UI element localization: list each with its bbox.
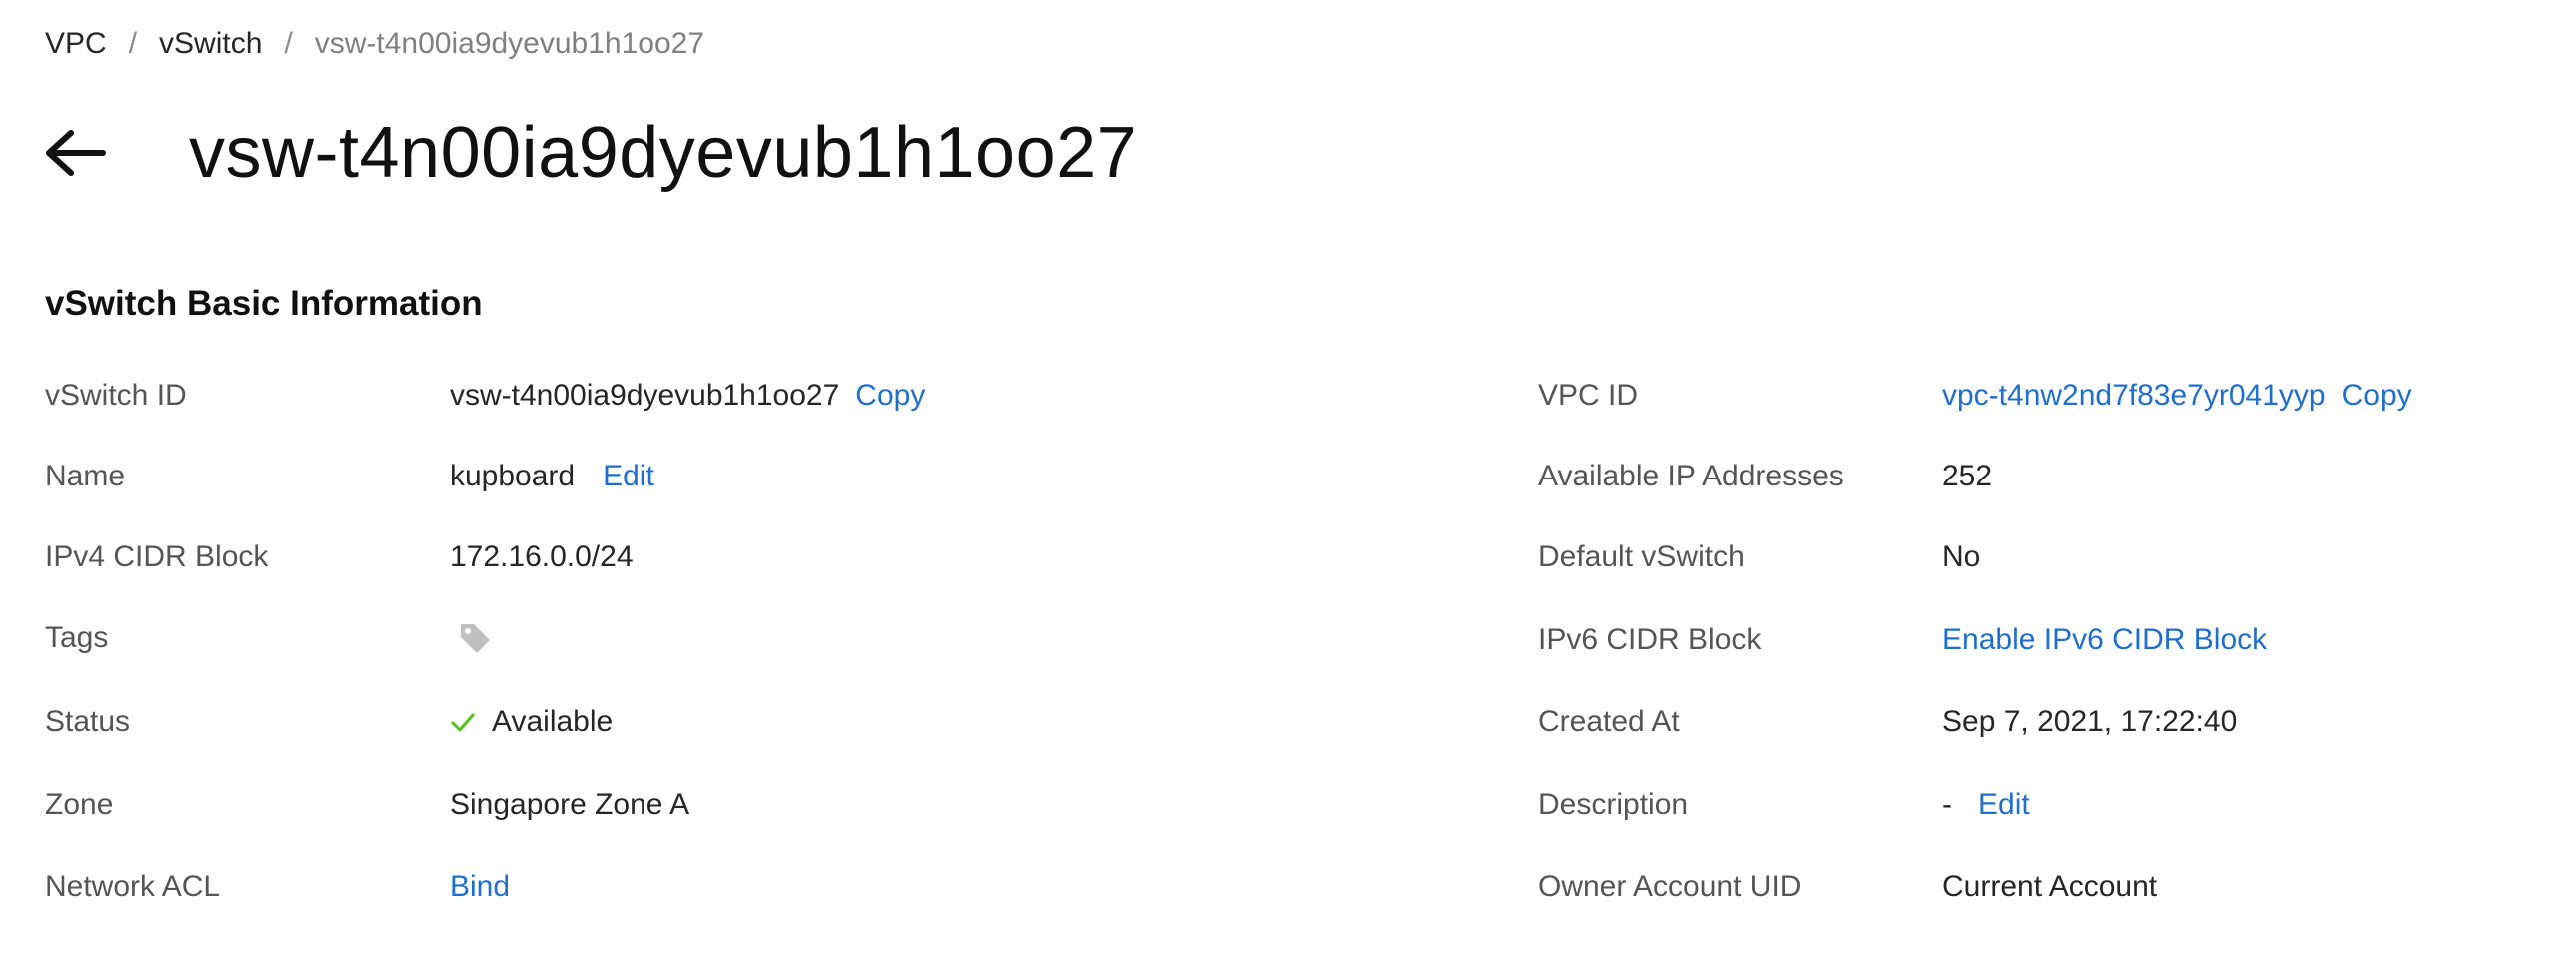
page-header: vsw-t4n00ia9dyevub1h1oo27 (43, 108, 1137, 198)
name-label: Name (45, 460, 126, 492)
vswitch-id-value: vsw-t4n00ia9dyevub1h1oo27 (450, 379, 840, 412)
breadcrumb-item-vpc[interactable]: VPC (45, 27, 107, 61)
ipv6-label: IPv6 CIDR Block (1538, 623, 1762, 656)
edit-name-button[interactable]: Edit (603, 460, 654, 493)
ipv4-label: IPv4 CIDR Block (45, 540, 269, 573)
network-acl-label: Network ACL (45, 870, 221, 903)
tag-icon[interactable] (458, 621, 492, 655)
back-button[interactable] (43, 120, 109, 186)
page-title: vsw-t4n00ia9dyevub1h1oo27 (189, 113, 1138, 193)
zone-value: Singapore Zone A (450, 788, 690, 821)
enable-ipv6-button[interactable]: Enable IPv6 CIDR Block (1942, 623, 2267, 657)
breadcrumb-separator: / (128, 27, 138, 60)
created-at-value: Sep 7, 2021, 17:22:40 (1942, 705, 2238, 738)
created-at-label: Created At (1538, 705, 1680, 738)
vswitch-detail-page: VPC / vSwitch / vsw-t4n00ia9dyevub1h1oo2… (0, 0, 2576, 959)
description-label: Description (1538, 788, 1689, 821)
vpc-id-link[interactable]: vpc-t4nw2nd7f83e7yr041yyp (1942, 379, 2326, 413)
breadcrumb: VPC / vSwitch / vsw-t4n00ia9dyevub1h1oo2… (45, 24, 704, 64)
owner-uid-value: Current Account (1942, 870, 2158, 903)
zone-label: Zone (45, 788, 114, 821)
breadcrumb-item-vswitch[interactable]: vSwitch (159, 27, 262, 61)
arrow-left-icon (46, 130, 106, 176)
breadcrumb-separator: / (284, 27, 293, 60)
status-value: Available (492, 705, 614, 738)
copy-vswitch-id-button[interactable]: Copy (855, 379, 925, 413)
edit-description-button[interactable]: Edit (1978, 788, 2030, 822)
section-title: vSwitch Basic Information (45, 284, 483, 323)
ipv4-value: 172.16.0.0/24 (450, 540, 634, 573)
owner-uid-label: Owner Account UID (1538, 870, 1802, 903)
check-icon (451, 713, 475, 732)
copy-vpc-id-button[interactable]: Copy (2342, 379, 2412, 413)
available-ips-value: 252 (1942, 460, 1993, 492)
breadcrumb-current: vsw-t4n00ia9dyevub1h1oo27 (314, 27, 705, 60)
vpc-id-label: VPC ID (1538, 379, 1639, 412)
name-value: kupboard (450, 460, 576, 492)
available-ips-label: Available IP Addresses (1538, 460, 1844, 492)
description-value: - (1942, 788, 1952, 821)
status-label: Status (45, 705, 131, 738)
tags-label: Tags (45, 621, 109, 654)
bind-acl-button[interactable]: Bind (450, 870, 510, 904)
default-vswitch-value: No (1942, 540, 1981, 573)
default-vswitch-label: Default vSwitch (1538, 540, 1745, 573)
vswitch-id-label: vSwitch ID (45, 379, 187, 412)
